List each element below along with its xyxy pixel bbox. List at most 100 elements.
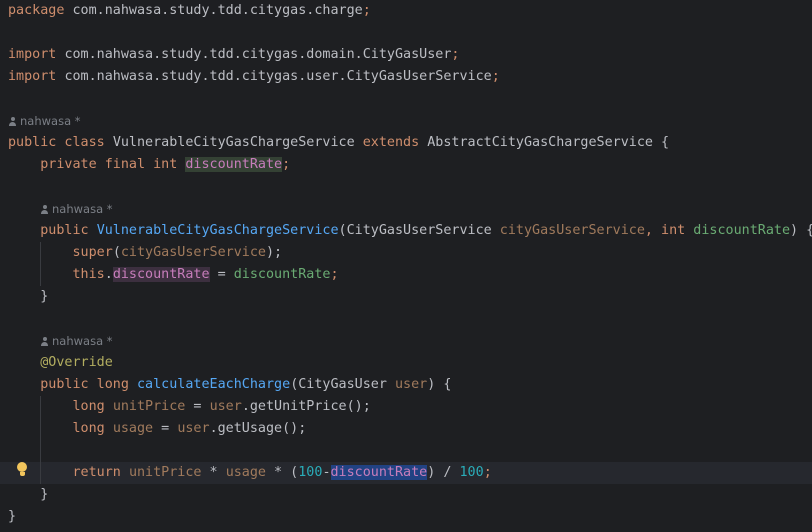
code-token: );	[266, 245, 283, 260]
code-token: ;	[282, 157, 291, 172]
line-content: long unitPrice = user.getUnitPrice();	[8, 396, 371, 418]
code-line[interactable]: public long calculateEachCharge(CityGasU…	[0, 374, 812, 396]
person-icon	[40, 337, 49, 346]
line-content: import com.nahwasa.study.tdd.citygas.use…	[8, 66, 500, 88]
author-hint[interactable]: nahwasa *	[8, 114, 81, 128]
code-token: long	[8, 399, 113, 414]
code-token: user	[177, 421, 210, 436]
code-token: ) /	[427, 465, 460, 480]
code-line[interactable]: long usage = user.getUsage();	[0, 418, 812, 440]
code-token: }	[8, 289, 49, 304]
code-line[interactable]: @Override	[0, 352, 812, 374]
code-token: com.nahwasa.study.tdd.citygas.charge	[72, 3, 363, 18]
code-token: com.nahwasa.study.tdd.citygas.user.CityG…	[64, 69, 492, 84]
code-token: ) {	[790, 223, 812, 238]
code-line[interactable]: super(cityGasUserService);	[0, 242, 812, 264]
code-token: }	[8, 487, 49, 502]
code-token: extends	[362, 135, 428, 150]
code-token: =	[153, 421, 178, 436]
line-content: }	[8, 286, 48, 308]
indent-guide	[40, 396, 41, 484]
code-token: -	[322, 465, 331, 480]
code-line[interactable]: this.discountRate = discountRate;	[0, 264, 812, 286]
line-content: public long calculateEachCharge(CityGasU…	[8, 374, 451, 396]
code-line[interactable]	[0, 308, 812, 330]
code-token: discountRate	[330, 465, 428, 480]
code-token: }	[8, 509, 17, 524]
code-token: (CityGasUserService	[338, 223, 500, 238]
author-hint-line[interactable]: nahwasa *	[0, 330, 812, 352]
person-icon	[8, 117, 17, 126]
code-token: user	[395, 377, 428, 392]
code-token: discountRate	[233, 267, 331, 282]
indent-guide	[40, 242, 41, 286]
code-line[interactable]: long unitPrice = user.getUnitPrice();	[0, 396, 812, 418]
lightbulb-icon[interactable]	[16, 462, 28, 478]
code-token: (	[112, 245, 121, 260]
line-content: public class VulnerableCityGasChargeServ…	[8, 132, 669, 154]
code-token: package	[8, 3, 73, 18]
line-content: nahwasa *	[8, 110, 81, 133]
code-token: .getUsage();	[209, 421, 307, 436]
line-content: long usage = user.getUsage();	[8, 418, 306, 440]
code-token: cityGasUserService	[120, 245, 266, 260]
code-line[interactable]: }	[0, 484, 812, 506]
code-token: ;	[451, 47, 460, 62]
code-token: import	[8, 69, 65, 84]
code-line[interactable]: }	[0, 286, 812, 308]
person-icon	[40, 205, 49, 214]
author-hint-text: nahwasa *	[20, 114, 81, 128]
code-token: 100	[298, 465, 323, 480]
code-token: unitPrice	[112, 399, 186, 414]
code-token: *	[201, 465, 226, 480]
line-content: @Override	[8, 352, 113, 374]
code-token: unitPrice	[128, 465, 202, 480]
code-token: long	[8, 421, 113, 436]
code-line[interactable]	[0, 440, 812, 462]
code-token: .getUnitPrice();	[241, 399, 371, 414]
code-token: usage	[225, 465, 266, 480]
code-token: import	[8, 47, 65, 62]
code-token: discountRate	[693, 223, 791, 238]
author-hint-line[interactable]: nahwasa *	[0, 198, 812, 220]
code-token: VulnerableCityGasChargeService	[96, 223, 339, 238]
code-line[interactable]: public VulnerableCityGasChargeService(Ci…	[0, 220, 812, 242]
code-token: com.nahwasa.study.tdd.citygas.domain.Cit…	[64, 47, 452, 62]
code-token: super	[8, 245, 113, 260]
code-token: .	[104, 267, 113, 282]
code-line[interactable]	[0, 176, 812, 198]
code-editor[interactable]: } } return unitPrice * usage * (100-disc…	[0, 0, 812, 532]
line-content: }	[8, 484, 48, 506]
code-line[interactable]: return unitPrice * usage * (100-discount…	[0, 462, 812, 484]
code-token: 100	[459, 465, 484, 480]
line-content: }	[8, 506, 16, 528]
code-token: ;	[330, 267, 339, 282]
code-token: ;	[491, 69, 500, 84]
line-content: package com.nahwasa.study.tdd.citygas.ch…	[8, 0, 371, 22]
code-line[interactable]: public class VulnerableCityGasChargeServ…	[0, 132, 812, 154]
code-token: this	[8, 267, 105, 282]
line-content: nahwasa *	[40, 198, 113, 221]
code-line[interactable]: }	[0, 506, 812, 528]
code-line[interactable]	[0, 22, 812, 44]
code-line[interactable]: private final int discountRate;	[0, 154, 812, 176]
line-content: public VulnerableCityGasChargeService(Ci…	[8, 220, 812, 242]
code-line[interactable]	[0, 88, 812, 110]
code-token: public	[8, 223, 97, 238]
code-token: * (	[266, 465, 299, 480]
code-token: ) {	[427, 377, 452, 392]
code-token: =	[185, 399, 210, 414]
author-hint-line[interactable]: nahwasa *	[0, 110, 812, 132]
line-content: this.discountRate = discountRate;	[8, 264, 339, 286]
author-hint-text: nahwasa *	[52, 202, 113, 216]
code-token: cityGasUserService	[499, 223, 645, 238]
code-line[interactable]: package com.nahwasa.study.tdd.citygas.ch…	[0, 0, 812, 22]
code-line[interactable]: import com.nahwasa.study.tdd.citygas.dom…	[0, 44, 812, 66]
line-content: nahwasa *	[40, 330, 113, 353]
author-hint[interactable]: nahwasa *	[40, 202, 113, 216]
code-token: int	[661, 223, 694, 238]
code-token: discountRate	[112, 267, 210, 282]
author-hint[interactable]: nahwasa *	[40, 334, 113, 348]
code-line[interactable]: import com.nahwasa.study.tdd.citygas.use…	[0, 66, 812, 88]
code-token: AbstractCityGasChargeService {	[427, 135, 670, 150]
